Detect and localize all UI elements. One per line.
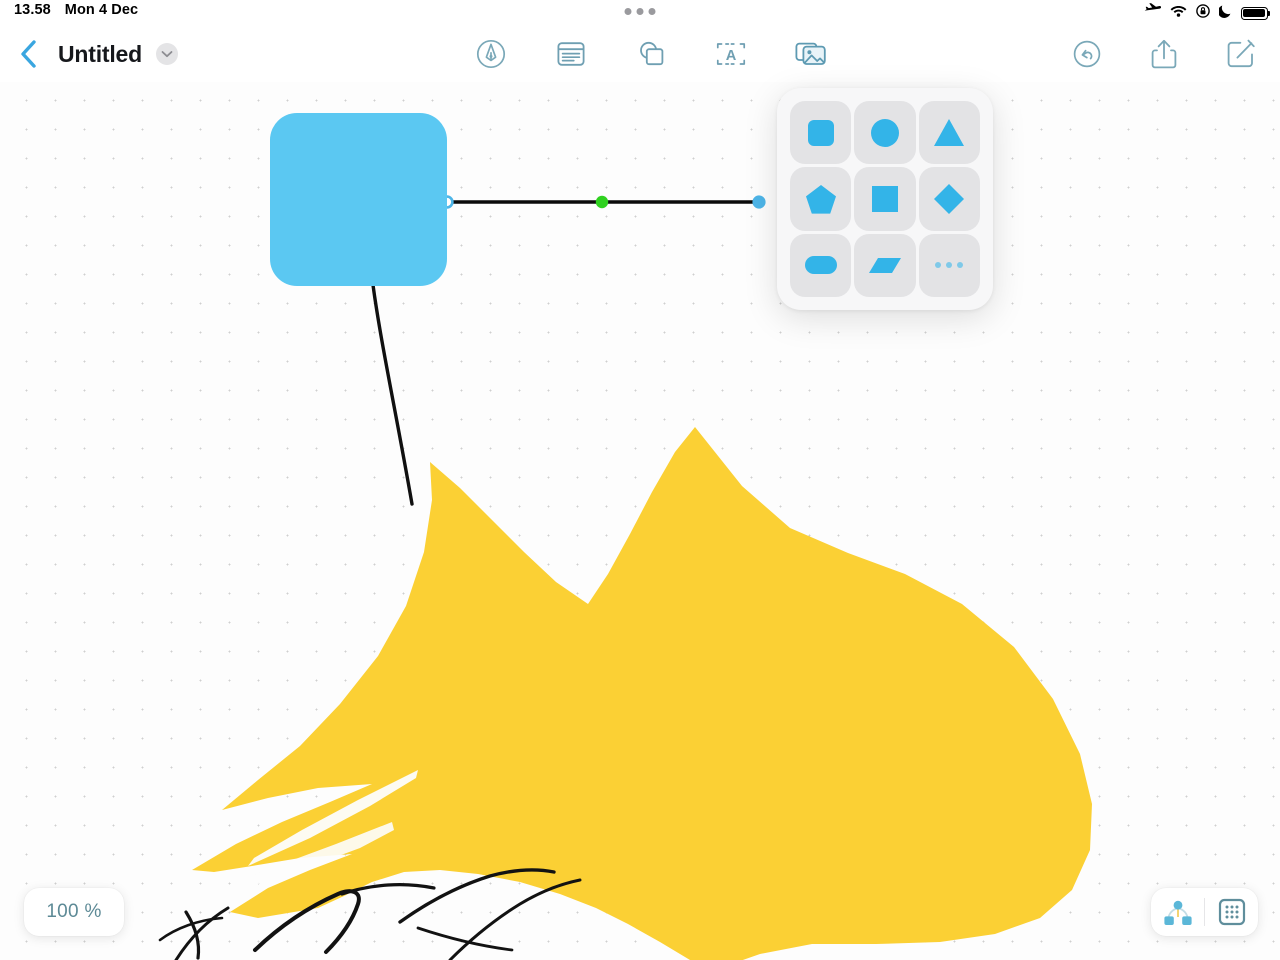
page-title[interactable]: Untitled (58, 41, 142, 68)
compose-pencil-square-icon[interactable] (1224, 37, 1258, 71)
ellipsis-dot (935, 262, 942, 269)
ellipsis-dot (946, 262, 953, 269)
connector-endpoint-end[interactable] (752, 195, 766, 209)
black-handwriting-scribble[interactable] (158, 868, 582, 960)
wifi-icon (1170, 4, 1187, 22)
text-box-a-icon[interactable]: A (714, 37, 748, 71)
toolbar-left: Untitled (12, 26, 178, 82)
shape-option-pill[interactable] (790, 233, 852, 297)
handle-dot (648, 8, 656, 15)
shape-option-more[interactable] (918, 233, 980, 297)
undo-circle-arrow-icon[interactable] (1070, 37, 1104, 71)
view-switch (1151, 888, 1258, 936)
zoom-level-control[interactable]: 100 % (24, 888, 124, 936)
airplane-mode-icon (1144, 3, 1162, 23)
photos-icon[interactable] (794, 37, 828, 71)
stadium-pill-icon (804, 256, 837, 275)
mindmap-view-button[interactable] (1151, 888, 1204, 936)
rounded-square-icon (807, 119, 834, 146)
triangle-icon (934, 118, 965, 146)
freehand-black-line[interactable] (371, 283, 414, 506)
top-toolbar: Untitled A (0, 26, 1280, 82)
shape-option-triangle[interactable] (918, 101, 980, 165)
diamond-icon (934, 183, 965, 214)
ellipsis-dot (957, 262, 964, 269)
status-bar: 13.58 Mon 4 Dec (0, 0, 1280, 26)
shapes-icon[interactable] (634, 37, 668, 71)
parallelogram-icon (868, 258, 901, 274)
shape-option-diamond[interactable] (918, 167, 980, 231)
do-not-disturb-moon-icon (1217, 4, 1232, 23)
dot-grid-square-icon (1218, 898, 1245, 926)
toolbar-center-tools: A (474, 26, 828, 82)
shape-picker-popover (777, 88, 993, 310)
chevron-down-icon[interactable] (156, 43, 178, 65)
pen-nib-circle-icon[interactable] (474, 37, 508, 71)
handle-dot (636, 8, 644, 15)
ellipsis-icon (935, 262, 964, 269)
blue-rounded-rectangle[interactable] (270, 113, 447, 286)
shape-option-circle[interactable] (854, 101, 916, 165)
status-date: Mon 4 Dec (64, 2, 139, 18)
battery-icon (1241, 6, 1271, 20)
status-time: 13.58 (14, 2, 51, 18)
share-up-arrow-icon[interactable] (1147, 37, 1181, 71)
orientation-lock-icon (1196, 3, 1210, 23)
yellow-brush-blob[interactable] (192, 427, 1092, 960)
toolbar-right-tools (1070, 26, 1258, 82)
circle-icon (870, 118, 899, 147)
grid-view-button[interactable] (1205, 888, 1258, 936)
zoom-level-value: 100 % (46, 901, 102, 922)
connector-midpoint-handle[interactable] (595, 195, 609, 209)
mindmap-nodes-icon (1163, 900, 1192, 925)
connector-line[interactable] (440, 195, 766, 209)
shape-option-parallelogram[interactable] (854, 233, 916, 297)
square-icon (871, 185, 898, 212)
app-screen: 13.58 Mon 4 Dec Untitled A 100 % (0, 0, 1280, 960)
note-card-icon[interactable] (554, 37, 588, 71)
canvas-objects (158, 113, 1092, 960)
back-button[interactable] (12, 34, 46, 74)
status-bar-right (1144, 3, 1271, 23)
shape-option-rounded-rectangle[interactable] (790, 101, 852, 165)
shape-option-square[interactable] (854, 167, 916, 231)
svg-text:A: A (726, 48, 737, 64)
battery-level (1243, 8, 1265, 18)
shape-option-pentagon[interactable] (790, 167, 852, 231)
status-bar-left: 13.58 Mon 4 Dec (14, 2, 138, 18)
pentagon-icon (805, 184, 836, 214)
multitasking-handle[interactable] (624, 8, 656, 15)
whiteboard-canvas[interactable] (0, 82, 1280, 960)
handle-dot (624, 8, 632, 15)
